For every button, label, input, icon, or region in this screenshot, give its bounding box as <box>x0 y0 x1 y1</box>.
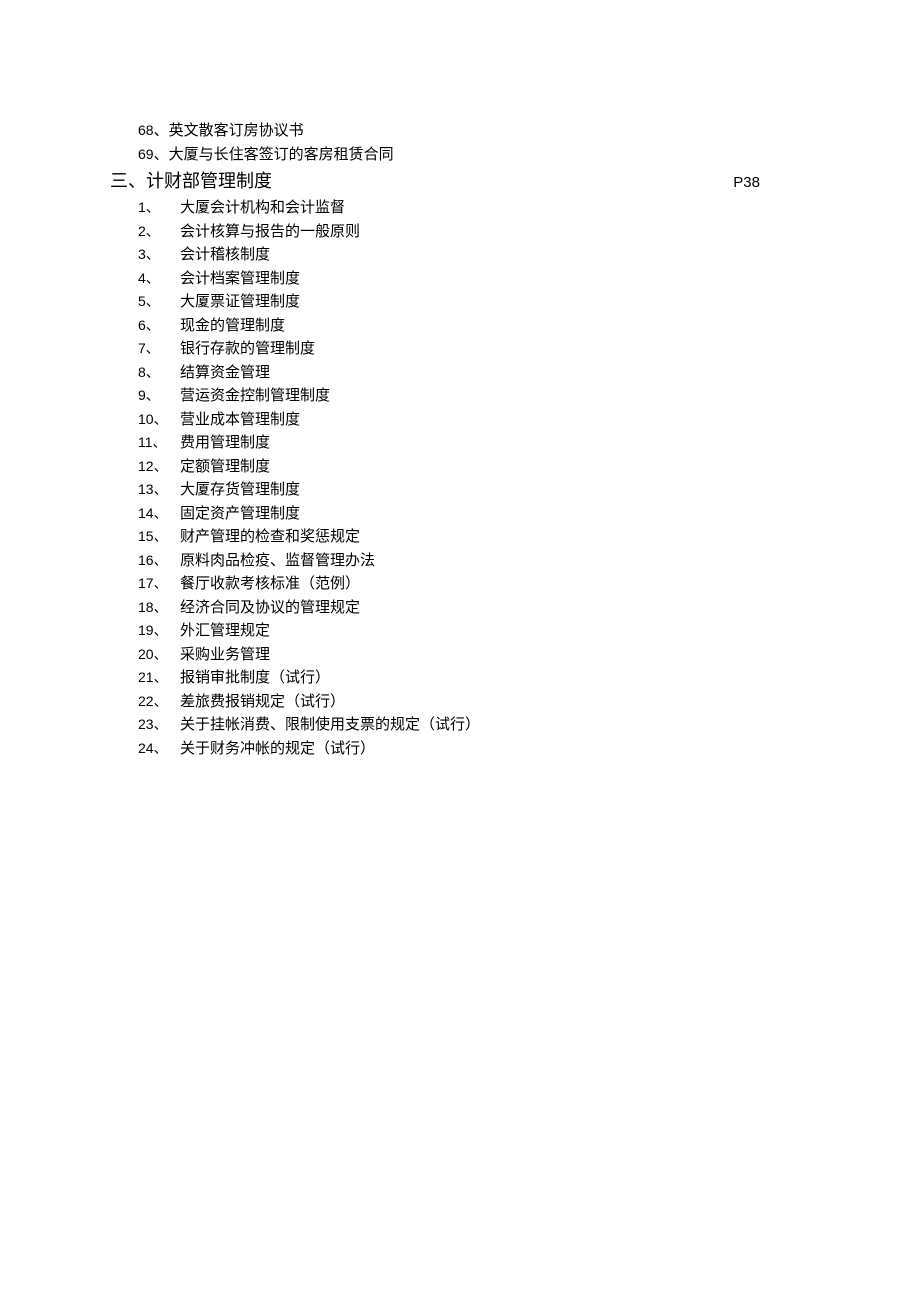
item-text: 经济合同及协议的管理规定 <box>180 597 360 620</box>
item-text: 会计稽核制度 <box>180 244 270 267</box>
list-item: 8、结算资金管理 <box>138 362 820 385</box>
list-item: 5、大厦票证管理制度 <box>138 291 820 314</box>
item-number: 13、 <box>138 479 180 502</box>
list-item: 18、经济合同及协议的管理规定 <box>138 597 820 620</box>
item-number: 2、 <box>138 221 180 244</box>
item-number: 17、 <box>138 573 180 596</box>
item-text: 餐厅收款考核标准（范例） <box>180 573 360 596</box>
item-number: 10、 <box>138 409 180 432</box>
item-number: 24、 <box>138 738 180 761</box>
item-number: 68 <box>138 122 154 138</box>
item-number: 7、 <box>138 338 180 361</box>
list-item: 20、采购业务管理 <box>138 644 820 667</box>
list-item: 23、关于挂帐消费、限制使用支票的规定（试行） <box>138 714 820 737</box>
item-separator: 、 <box>154 123 169 139</box>
item-text: 外汇管理规定 <box>180 620 270 643</box>
item-number: 16、 <box>138 550 180 573</box>
list-item: 4、会计档案管理制度 <box>138 268 820 291</box>
item-number: 4、 <box>138 268 180 291</box>
list-item: 11、费用管理制度 <box>138 432 820 455</box>
section-title: 三、计财部管理制度 <box>110 168 272 195</box>
item-number: 6、 <box>138 315 180 338</box>
item-number: 15、 <box>138 526 180 549</box>
item-text: 财产管理的检查和奖惩规定 <box>180 526 360 549</box>
list-item: 68、英文散客订房协议书 <box>138 120 820 143</box>
list-item: 6、现金的管理制度 <box>138 315 820 338</box>
item-text: 会计核算与报告的一般原则 <box>180 221 360 244</box>
list-item: 1、大厦会计机构和会计监督 <box>138 197 820 220</box>
item-text: 结算资金管理 <box>180 362 270 385</box>
item-text: 英文散客订房协议书 <box>169 123 304 139</box>
previous-items-list: 68、英文散客订房协议书 69、大厦与长住客签订的客房租赁合同 <box>138 120 820 166</box>
item-number: 14、 <box>138 503 180 526</box>
list-item: 24、关于财务冲帐的规定（试行） <box>138 738 820 761</box>
item-number: 20、 <box>138 644 180 667</box>
item-number: 18、 <box>138 597 180 620</box>
item-separator: 、 <box>154 147 169 163</box>
list-item: 12、定额管理制度 <box>138 456 820 479</box>
list-item: 10、营业成本管理制度 <box>138 409 820 432</box>
list-item: 15、财产管理的检查和奖惩规定 <box>138 526 820 549</box>
item-text: 营业成本管理制度 <box>180 409 300 432</box>
item-text: 营运资金控制管理制度 <box>180 385 330 408</box>
item-text: 差旅费报销规定（试行） <box>180 691 345 714</box>
list-item: 16、原料肉品检疫、监督管理办法 <box>138 550 820 573</box>
item-number: 12、 <box>138 456 180 479</box>
item-text: 定额管理制度 <box>180 456 270 479</box>
list-item: 9、营运资金控制管理制度 <box>138 385 820 408</box>
list-item: 19、外汇管理规定 <box>138 620 820 643</box>
item-text: 大厦存货管理制度 <box>180 479 300 502</box>
item-number: 11、 <box>138 432 180 455</box>
item-text: 固定资产管理制度 <box>180 503 300 526</box>
item-number: 5、 <box>138 291 180 314</box>
item-text: 关于挂帐消费、限制使用支票的规定（试行） <box>180 714 480 737</box>
item-text: 银行存款的管理制度 <box>180 338 315 361</box>
list-item: 14、固定资产管理制度 <box>138 503 820 526</box>
sub-items-list: 1、大厦会计机构和会计监督 2、会计核算与报告的一般原则 3、会计稽核制度 4、… <box>138 197 820 760</box>
item-number: 1、 <box>138 197 180 220</box>
item-text: 报销审批制度（试行） <box>180 667 330 690</box>
list-item: 13、大厦存货管理制度 <box>138 479 820 502</box>
item-number: 19、 <box>138 620 180 643</box>
section-header-row: 三、计财部管理制度 P38 <box>110 168 820 195</box>
section-page-number: P38 <box>733 172 760 195</box>
item-number: 23、 <box>138 714 180 737</box>
list-item: 17、餐厅收款考核标准（范例） <box>138 573 820 596</box>
item-text: 会计档案管理制度 <box>180 268 300 291</box>
item-number: 21、 <box>138 667 180 690</box>
list-item: 7、银行存款的管理制度 <box>138 338 820 361</box>
item-text: 大厦票证管理制度 <box>180 291 300 314</box>
item-text: 大厦与长住客签订的客房租赁合同 <box>169 147 394 163</box>
item-number: 9、 <box>138 385 180 408</box>
list-item: 21、报销审批制度（试行） <box>138 667 820 690</box>
item-number: 8、 <box>138 362 180 385</box>
item-text: 现金的管理制度 <box>180 315 285 338</box>
item-number: 3、 <box>138 244 180 267</box>
list-item: 69、大厦与长住客签订的客房租赁合同 <box>138 144 820 167</box>
item-number: 69 <box>138 146 154 162</box>
item-text: 大厦会计机构和会计监督 <box>180 197 345 220</box>
item-text: 原料肉品检疫、监督管理办法 <box>180 550 375 573</box>
list-item: 22、差旅费报销规定（试行） <box>138 691 820 714</box>
list-item: 2、会计核算与报告的一般原则 <box>138 221 820 244</box>
item-text: 关于财务冲帐的规定（试行） <box>180 738 375 761</box>
item-number: 22、 <box>138 691 180 714</box>
item-text: 费用管理制度 <box>180 432 270 455</box>
item-text: 采购业务管理 <box>180 644 270 667</box>
list-item: 3、会计稽核制度 <box>138 244 820 267</box>
